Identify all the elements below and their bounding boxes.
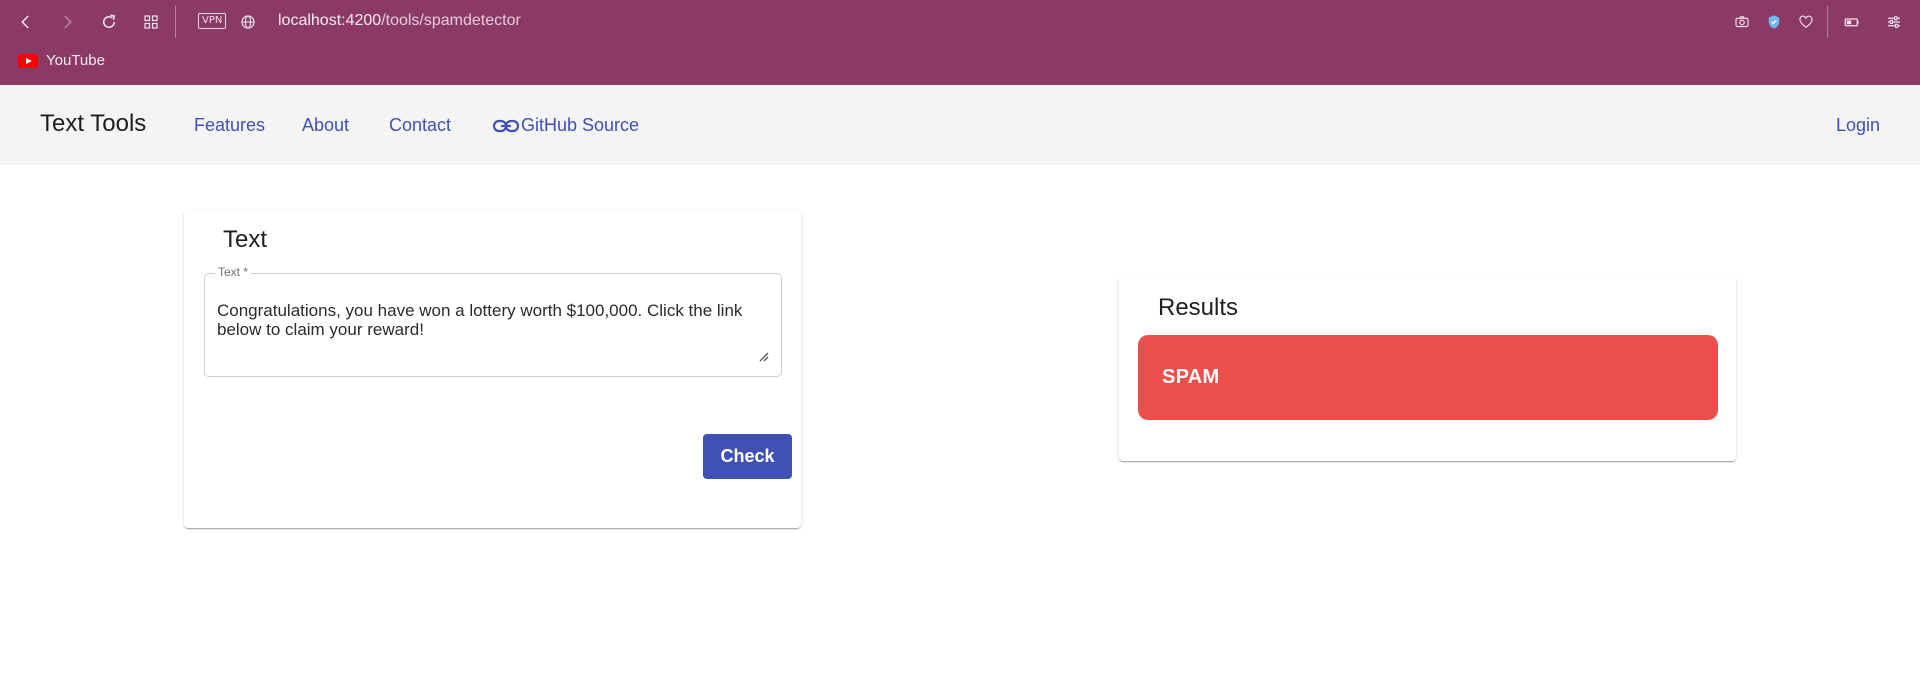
toolbar-divider-right (1827, 6, 1828, 38)
text-field-label: Text * (215, 265, 252, 279)
globe-icon[interactable] (236, 10, 260, 34)
results-card: Results SPAM (1119, 277, 1736, 461)
text-field[interactable]: Text * Congratulations, you have won a l… (204, 265, 782, 377)
address-bar[interactable]: localhost:4200/tools/spamdetector (278, 12, 521, 30)
app-toolbar: Text Tools Features About Contact GitHub… (0, 85, 1920, 165)
result-label: SPAM (1162, 366, 1220, 388)
reload-icon[interactable] (97, 10, 121, 34)
camera-icon[interactable] (1730, 10, 1754, 34)
text-input-card: Text Text * Congratulations, you have wo… (184, 210, 801, 528)
browser-chrome: VPN localhost:4200/tools/spamdetector Yo… (0, 0, 1920, 85)
nav-github-source[interactable]: GitHub Source (521, 115, 639, 136)
card-title-results: Results (1158, 294, 1239, 321)
nav-about[interactable]: About (302, 115, 349, 136)
vpn-badge[interactable]: VPN (198, 13, 227, 29)
browser-toolbar: VPN localhost:4200/tools/spamdetector (0, 0, 1920, 44)
result-spam-banner: SPAM (1138, 335, 1718, 420)
battery-icon[interactable] (1840, 10, 1864, 34)
app-brand[interactable]: Text Tools (40, 110, 146, 138)
url-host: localhost:4200 (278, 12, 382, 29)
bookmark-label: YouTube (46, 52, 105, 69)
nav-contact[interactable]: Contact (389, 115, 451, 136)
tabs-grid-icon[interactable] (139, 10, 163, 34)
forward-icon[interactable] (55, 10, 79, 34)
link-icon (492, 119, 520, 133)
resize-handle-icon[interactable] (759, 352, 769, 362)
login-button[interactable]: Login (1836, 115, 1880, 136)
settings-sliders-icon[interactable] (1882, 10, 1906, 34)
toolbar-divider (175, 6, 176, 38)
bookmark-youtube[interactable]: YouTube (18, 52, 105, 69)
back-icon[interactable] (14, 10, 38, 34)
nav-features[interactable]: Features (194, 115, 265, 136)
text-input[interactable]: Congratulations, you have won a lottery … (217, 301, 773, 339)
heart-icon[interactable] (1794, 10, 1818, 34)
url-path: /tools/spamdetector (381, 12, 521, 29)
youtube-icon (18, 53, 38, 68)
check-button[interactable]: Check (703, 434, 792, 479)
card-title-text: Text (223, 226, 268, 253)
shield-check-icon[interactable] (1762, 10, 1786, 34)
